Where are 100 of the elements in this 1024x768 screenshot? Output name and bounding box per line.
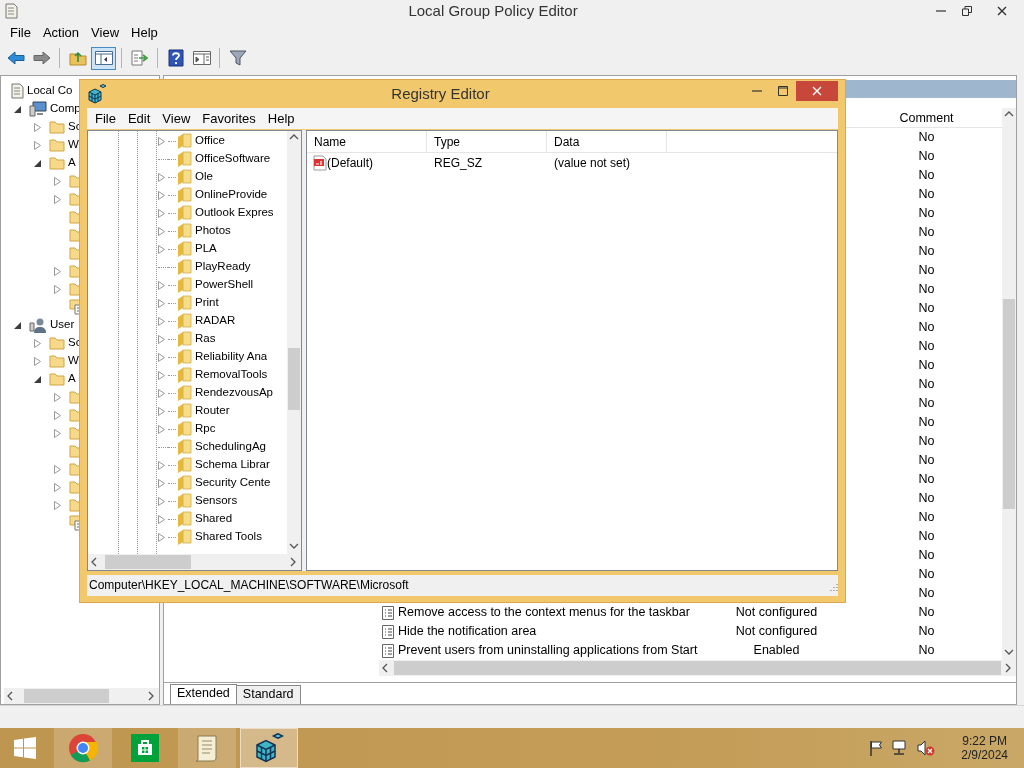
- expand-icon[interactable]: [54, 194, 61, 204]
- expand-icon[interactable]: [158, 298, 165, 308]
- expand-icon[interactable]: [158, 352, 165, 362]
- tree-item[interactable]: W: [68, 138, 79, 152]
- expand-icon[interactable]: [158, 406, 165, 416]
- tree-item[interactable]: RADAR: [195, 314, 236, 328]
- expand-icon[interactable]: [54, 464, 61, 474]
- menu-item[interactable]: View: [85, 25, 126, 41]
- tree-item[interactable]: Rpc: [195, 422, 216, 436]
- menu-item[interactable]: Edit: [121, 110, 157, 127]
- column-header[interactable]: Data: [547, 131, 667, 152]
- tab[interactable]: Extended: [170, 684, 237, 704]
- expand-icon[interactable]: [34, 140, 41, 150]
- scrollbar-thumb[interactable]: [105, 555, 191, 569]
- flag-icon[interactable]: [869, 740, 884, 756]
- tree-item[interactable]: Print: [195, 296, 219, 310]
- scrollbar[interactable]: [1002, 108, 1016, 660]
- scrollbar[interactable]: [287, 131, 301, 554]
- expand-icon[interactable]: [158, 370, 165, 380]
- expand-icon[interactable]: [34, 338, 41, 348]
- expand-icon[interactable]: [54, 392, 61, 402]
- value-name[interactable]: (Default): [327, 155, 373, 171]
- expand-icon[interactable]: [158, 208, 165, 218]
- tree-item[interactable]: PowerShell: [195, 278, 254, 292]
- scrollbar[interactable]: [379, 660, 1016, 676]
- browser-icon[interactable]: [68, 733, 98, 763]
- tree-item[interactable]: Local Co: [27, 84, 73, 98]
- tree-item[interactable]: Security Cente: [195, 476, 271, 490]
- menu-item[interactable]: View: [156, 110, 197, 127]
- column-header[interactable]: Name: [307, 131, 427, 152]
- taskbar-app[interactable]: [240, 728, 298, 768]
- expand-icon[interactable]: [158, 136, 165, 146]
- scrollbar-thumb[interactable]: [1003, 299, 1015, 509]
- menu-item[interactable]: Action: [36, 25, 86, 41]
- expand-icon[interactable]: [158, 334, 165, 344]
- expand-icon[interactable]: [54, 284, 61, 294]
- collapse-icon[interactable]: [34, 375, 41, 383]
- menu-item[interactable]: File: [4, 25, 37, 41]
- tree-item[interactable]: A: [68, 156, 76, 170]
- column-header[interactable]: Type: [427, 131, 547, 152]
- tree-item[interactable]: A: [68, 372, 76, 386]
- tree-item[interactable]: Shared: [195, 512, 233, 526]
- tree-item[interactable]: Ole: [195, 170, 213, 184]
- expand-icon[interactable]: [158, 388, 165, 398]
- expand-icon[interactable]: [54, 266, 61, 276]
- tree-item[interactable]: Outlook Expres: [195, 206, 274, 220]
- expand-icon[interactable]: [54, 410, 61, 420]
- tree-item[interactable]: SchedulingAg: [195, 440, 266, 454]
- scrollbar-thumb[interactable]: [288, 347, 300, 410]
- expand-icon[interactable]: [54, 500, 61, 510]
- collapse-icon[interactable]: [14, 321, 21, 329]
- expand-icon[interactable]: [54, 428, 61, 438]
- expand-icon[interactable]: [158, 478, 165, 488]
- expand-icon[interactable]: [158, 460, 165, 470]
- scrollbar[interactable]: [4, 688, 159, 704]
- tree-item[interactable]: Shared Tools: [195, 530, 262, 544]
- forward-arrow-icon[interactable]: [32, 51, 51, 65]
- menu-item[interactable]: Help: [261, 110, 301, 127]
- tree-item[interactable]: RendezvousAp: [195, 386, 273, 400]
- tree-item[interactable]: Office: [195, 134, 225, 148]
- expand-icon[interactable]: [158, 496, 165, 506]
- speaker-muted-icon[interactable]: [917, 740, 936, 756]
- tree-item[interactable]: Schema Librar: [195, 458, 270, 472]
- tree-item[interactable]: Sensors: [195, 494, 238, 508]
- expand-icon[interactable]: [158, 244, 165, 254]
- tree-item[interactable]: RemovalTools: [195, 368, 268, 382]
- column-header[interactable]: Comment: [854, 108, 999, 128]
- menu-item[interactable]: Help: [125, 25, 164, 41]
- expand-icon[interactable]: [158, 316, 165, 326]
- cubes-icon[interactable]: [254, 733, 284, 763]
- tree-item[interactable]: W: [68, 354, 79, 368]
- tree-item[interactable]: Reliability Ana: [195, 350, 268, 364]
- tree-item[interactable]: Photos: [195, 224, 231, 238]
- expand-icon[interactable]: [158, 280, 165, 290]
- shopping-bag-icon[interactable]: [131, 734, 159, 762]
- expand-icon[interactable]: [158, 190, 165, 200]
- tree-item[interactable]: PLA: [195, 242, 217, 256]
- back-arrow-icon[interactable]: [6, 51, 25, 65]
- menu-item[interactable]: File: [89, 110, 122, 127]
- tree-item[interactable]: OnlineProvide: [195, 188, 268, 202]
- expand-icon[interactable]: [54, 176, 61, 186]
- expand-icon[interactable]: [34, 356, 41, 366]
- expand-icon[interactable]: [158, 226, 165, 236]
- expand-icon[interactable]: [158, 532, 165, 542]
- collapse-icon[interactable]: [14, 105, 21, 113]
- expand-icon[interactable]: [34, 122, 41, 132]
- tab[interactable]: Standard: [235, 685, 301, 704]
- tree-item[interactable]: User: [50, 318, 75, 332]
- tree-item[interactable]: Ras: [195, 332, 216, 346]
- expand-icon[interactable]: [158, 172, 165, 182]
- menu-item[interactable]: Favorites: [196, 110, 262, 127]
- tree-item[interactable]: Router: [195, 404, 230, 418]
- expand-icon[interactable]: [158, 514, 165, 524]
- scrollbar[interactable]: [88, 554, 301, 570]
- tree-item[interactable]: OfficeSoftware: [195, 152, 271, 166]
- collapse-icon[interactable]: [34, 159, 41, 167]
- clock[interactable]: 9:22 PM 2/9/2024: [961, 733, 1008, 763]
- scrollbar-thumb[interactable]: [394, 661, 1001, 675]
- scrollbar-thumb[interactable]: [24, 689, 110, 703]
- tree-item[interactable]: PlayReady: [195, 260, 251, 274]
